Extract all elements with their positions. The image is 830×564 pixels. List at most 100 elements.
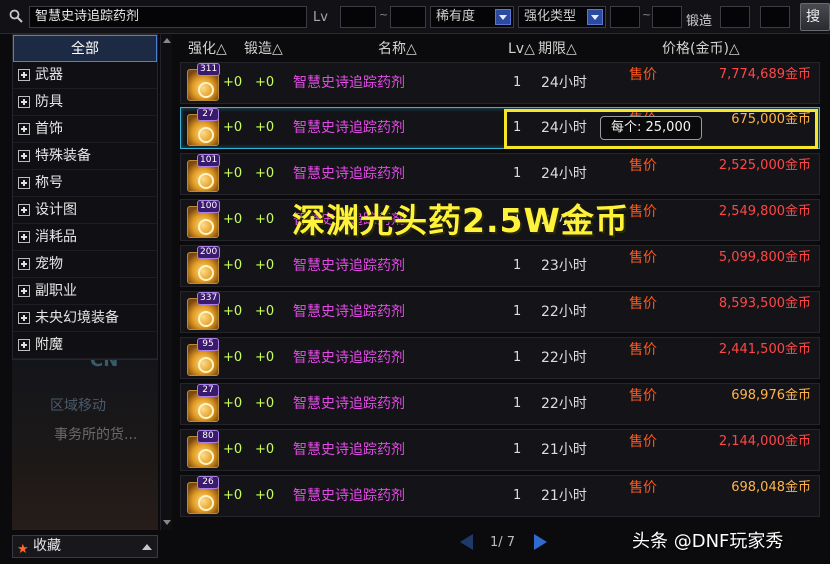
item-name: 智慧史诗追踪药剂	[293, 258, 405, 274]
item-name: 智慧史诗追踪药剂	[293, 488, 405, 504]
category-all[interactable]: 全部	[13, 35, 157, 62]
watermark: 头条 @DNF玩家秀	[632, 531, 784, 552]
enhance-value: +0	[223, 166, 243, 181]
item-period: 22小时	[541, 304, 587, 320]
list-scrollbar[interactable]	[160, 34, 172, 530]
next-page-icon[interactable]	[534, 534, 547, 550]
table-row[interactable]: 200 +0 +0 智慧史诗追踪药剂 1 23小时 售价 5,099,800金币	[180, 245, 820, 287]
sale-label: 售价	[629, 250, 657, 266]
forge-min-input[interactable]	[720, 6, 750, 28]
item-price: 2,549,800金币	[718, 204, 811, 219]
category-label: 设计图	[35, 202, 77, 218]
overlay-caption: 深渊光头药2.5W金币	[292, 201, 629, 240]
table-header: 强化△ 锻造△ 名称△ Lv△ 期限△ 价格(金币)△	[178, 37, 824, 61]
enhance-value: +0	[223, 442, 243, 457]
enhance-value: +0	[223, 120, 243, 135]
sort-name[interactable]: 名称△	[378, 37, 417, 61]
search-input[interactable]: 智慧史诗追踪药剂	[29, 6, 307, 28]
rarity-select[interactable]: 稀有度	[430, 6, 514, 28]
enhance-max-input[interactable]	[652, 6, 682, 28]
item-period: 23小时	[541, 258, 587, 274]
category-label: 消耗品	[35, 229, 77, 245]
category-blueprint[interactable]: 设计图	[13, 197, 157, 224]
forge-value: +0	[255, 258, 275, 273]
stack-count: 311	[197, 63, 221, 76]
potion-icon: 100	[187, 200, 221, 238]
table-row[interactable]: 311 +0 +0 智慧史诗追踪药剂 1 24小时 售价 7,774,689金币	[180, 62, 820, 104]
category-accessory[interactable]: 首饰	[13, 116, 157, 143]
item-level: 1	[513, 396, 522, 411]
forge-value: +0	[255, 350, 275, 365]
category-weiyang-equipment[interactable]: 未央幻境装备	[13, 305, 157, 332]
enhance-type-select[interactable]: 强化类型	[518, 6, 606, 28]
sort-enhance[interactable]: 强化△	[188, 37, 227, 61]
category-label: 全部	[71, 41, 99, 57]
stack-count: 27	[197, 384, 219, 397]
lv-label: Lv	[313, 10, 328, 25]
table-row[interactable]: 337 +0 +0 智慧史诗追踪药剂 1 22小时 售价 8,593,500金币	[180, 291, 820, 333]
expand-plus-icon[interactable]	[18, 258, 30, 270]
search-button[interactable]: 搜	[800, 3, 830, 31]
pagination: 1/ 7	[454, 532, 564, 554]
forge-max-input[interactable]	[760, 6, 790, 28]
table-row[interactable]: 95 +0 +0 智慧史诗追踪药剂 1 22小时 售价 2,441,500金币	[180, 337, 820, 379]
potion-icon: 337	[187, 292, 221, 330]
unit-price-tooltip: 每个: 25,000	[600, 116, 702, 140]
search-toolbar: 智慧史诗追踪药剂 Lv ~ 稀有度 强化类型 ~ 锻造 搜	[0, 0, 830, 34]
lv-min-input[interactable]	[340, 6, 376, 28]
sale-label: 售价	[629, 388, 657, 404]
expand-plus-icon[interactable]	[18, 150, 30, 162]
expand-plus-icon[interactable]	[18, 204, 30, 216]
sort-lv[interactable]: Lv△	[508, 37, 535, 61]
potion-icon: 311	[187, 63, 221, 101]
table-row[interactable]: 26 +0 +0 智慧史诗追踪药剂 1 21小时 售价 698,048金币	[180, 475, 820, 517]
sale-label: 售价	[629, 342, 657, 358]
chevron-down-icon	[495, 9, 511, 25]
lv-max-input[interactable]	[390, 6, 426, 28]
sort-period[interactable]: 期限△	[538, 37, 577, 61]
expand-plus-icon[interactable]	[18, 96, 30, 108]
category-pet[interactable]: 宠物	[13, 251, 157, 278]
item-price: 698,048金币	[731, 480, 811, 495]
item-level: 1	[513, 442, 522, 457]
category-label: 特殊装备	[35, 148, 91, 164]
item-name: 智慧史诗追踪药剂	[293, 166, 405, 182]
item-period: 21小时	[541, 488, 587, 504]
table-row[interactable]: 27 +0 +0 智慧史诗追踪药剂 1 22小时 售价 698,976金币	[180, 383, 820, 425]
category-weapon[interactable]: 武器	[13, 62, 157, 89]
forge-value: +0	[255, 488, 275, 503]
favorites-button[interactable]: ★ 收藏	[12, 535, 158, 558]
item-period: 24小时	[541, 75, 587, 91]
expand-plus-icon[interactable]	[18, 123, 30, 135]
category-title[interactable]: 称号	[13, 170, 157, 197]
stack-count: 95	[197, 338, 219, 351]
category-special-equipment[interactable]: 特殊装备	[13, 143, 157, 170]
expand-plus-icon[interactable]	[18, 339, 30, 351]
expand-plus-icon[interactable]	[18, 231, 30, 243]
stack-count: 27	[197, 108, 219, 121]
sort-forge[interactable]: 锻造△	[244, 37, 283, 61]
stack-count: 100	[197, 200, 221, 213]
item-name: 智慧史诗追踪药剂	[293, 75, 405, 91]
category-label: 附魔	[35, 337, 63, 353]
rarity-select-label: 稀有度	[436, 9, 476, 24]
expand-plus-icon[interactable]	[18, 312, 30, 324]
scroll-down-icon[interactable]	[163, 520, 171, 525]
expand-plus-icon[interactable]	[18, 69, 30, 81]
category-armor[interactable]: 防具	[13, 89, 157, 116]
category-consumable[interactable]: 消耗品	[13, 224, 157, 251]
enhance-min-input[interactable]	[610, 6, 640, 28]
item-price: 2,144,000金币	[718, 434, 811, 449]
category-enchant[interactable]: 附魔	[13, 332, 157, 359]
sidebar-background	[12, 360, 158, 530]
table-row[interactable]: 101 +0 +0 智慧史诗追踪药剂 1 24小时 售价 2,525,000金币	[180, 153, 820, 195]
sort-price[interactable]: 价格(金币)△	[662, 37, 740, 61]
expand-plus-icon[interactable]	[18, 177, 30, 189]
item-level: 1	[513, 166, 522, 181]
scroll-up-icon[interactable]	[163, 38, 171, 43]
forge-value: +0	[255, 166, 275, 181]
table-row[interactable]: 80 +0 +0 智慧史诗追踪药剂 1 21小时 售价 2,144,000金币	[180, 429, 820, 471]
category-sub-profession[interactable]: 副职业	[13, 278, 157, 305]
expand-plus-icon[interactable]	[18, 285, 30, 297]
prev-page-icon[interactable]	[460, 534, 473, 550]
